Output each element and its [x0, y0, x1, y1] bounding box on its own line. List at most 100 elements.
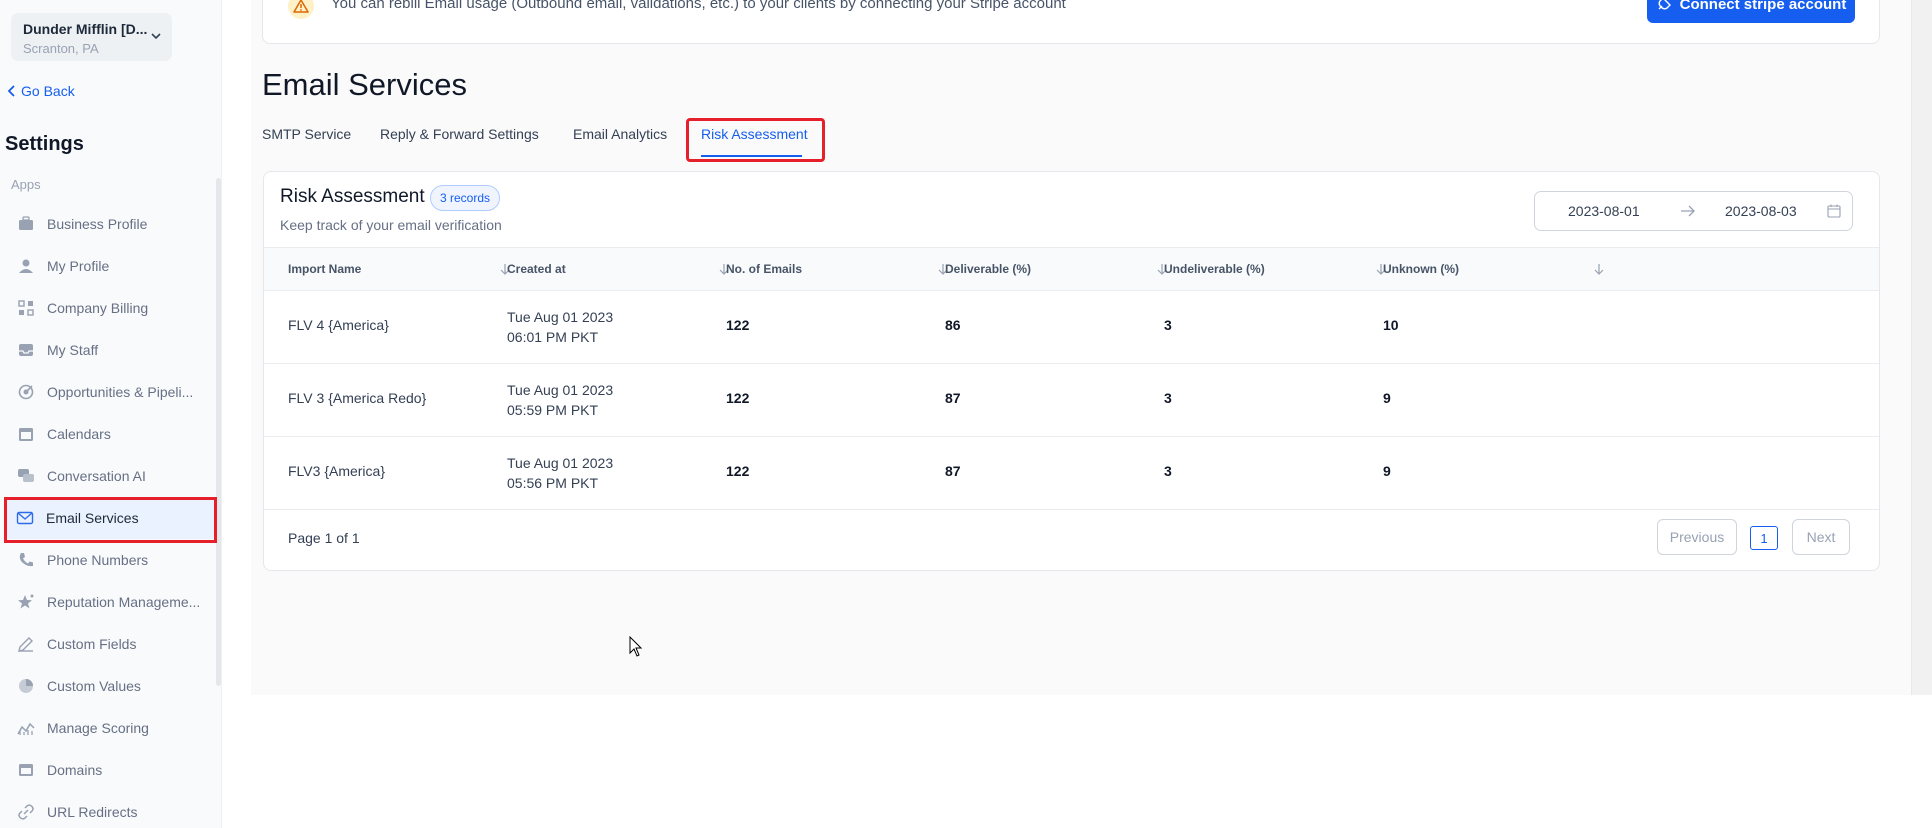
import-name-cell: FLV 4 {America} — [288, 317, 389, 333]
sidebar: Dunder Mifflin [D... Scranton, PA Go Bac… — [0, 0, 222, 828]
main-scrollbar[interactable] — [1911, 0, 1932, 695]
trend-icon — [17, 719, 35, 737]
apps-section-label: Apps — [11, 177, 41, 192]
sidebar-item-label: Reputation Manageme... — [47, 594, 201, 610]
previous-button[interactable]: Previous — [1657, 519, 1737, 555]
date-from[interactable]: 2023-08-01 — [1568, 203, 1640, 219]
location-city: Scranton, PA — [23, 41, 99, 56]
sidebar-item-url-redirects[interactable]: URL Redirects — [0, 791, 210, 828]
calendar-icon — [17, 425, 35, 443]
column-header[interactable]: No. of Emails — [726, 262, 802, 276]
import-name-cell: FLV 3 {America Redo} — [288, 390, 427, 406]
mouse-cursor-icon — [629, 636, 643, 657]
chat-icon — [17, 467, 35, 485]
sidebar-item-conversation-ai[interactable]: Conversation AI — [0, 455, 210, 497]
tab-reply-forward-settings[interactable]: Reply & Forward Settings — [380, 126, 539, 142]
sidebar-item-custom-fields[interactable]: Custom Fields — [0, 623, 210, 665]
date-range-picker[interactable]: 2023-08-01 2023-08-03 — [1534, 191, 1853, 231]
link-icon — [17, 803, 35, 821]
star-icon — [17, 593, 35, 611]
sidebar-item-label: Calendars — [47, 426, 111, 442]
card-title: Risk Assessment — [280, 186, 425, 207]
stripe-banner: You can rebill Email usage (Outbound ema… — [262, 0, 1880, 44]
sidebar-item-label: Conversation AI — [47, 468, 146, 484]
column-header[interactable]: Undeliverable (%) — [1164, 262, 1265, 276]
target-icon — [17, 383, 35, 401]
user-icon — [17, 257, 35, 275]
sidebar-item-label: My Staff — [47, 342, 99, 358]
sidebar-item-label: Opportunities & Pipeli... — [47, 384, 194, 400]
sidebar-item-label: Manage Scoring — [47, 720, 149, 736]
sidebar-item-label: Business Profile — [47, 216, 148, 232]
sidebar-item-label: Phone Numbers — [47, 552, 149, 568]
sidebar-scrollbar[interactable] — [216, 178, 221, 686]
chevron-down-icon — [151, 33, 161, 40]
deliverable-cell: 86 — [945, 317, 961, 333]
column-header[interactable]: Deliverable (%) — [945, 262, 1031, 276]
emails-cell: 122 — [726, 463, 750, 479]
warning-icon — [288, 0, 314, 19]
emails-cell: 122 — [726, 390, 750, 406]
sidebar-item-company-billing[interactable]: Company Billing — [0, 287, 210, 329]
connect-stripe-label: Connect stripe account — [1679, 0, 1847, 13]
pie-icon — [17, 677, 35, 695]
sidebar-item-reputation-manageme[interactable]: Reputation Manageme... — [0, 581, 210, 623]
connect-stripe-button[interactable]: Connect stripe account — [1647, 0, 1855, 23]
tab-smtp-service[interactable]: SMTP Service — [262, 126, 351, 142]
column-header[interactable]: Import Name — [288, 262, 361, 276]
table-row[interactable]: FLV 3 {America Redo} Tue Aug 01 2023 05:59… — [264, 364, 1879, 437]
deliverable-cell: 87 — [945, 390, 961, 406]
sidebar-item-my-profile[interactable]: My Profile — [0, 245, 210, 287]
phone-icon — [17, 551, 35, 569]
sidebar-item-business-profile[interactable]: Business Profile — [0, 203, 210, 245]
table-row[interactable]: FLV 4 {America} Tue Aug 01 2023 06:01 PM P… — [264, 291, 1879, 364]
sidebar-item-phone-numbers[interactable]: Phone Numbers — [0, 539, 210, 581]
sidebar-item-domains[interactable]: Domains — [0, 749, 210, 791]
created-time: 06:01 PM PKT — [507, 329, 599, 345]
unknown-cell: 10 — [1383, 317, 1399, 333]
date-to[interactable]: 2023-08-03 — [1725, 203, 1797, 219]
window-icon — [17, 761, 35, 779]
page-title: Email Services — [262, 67, 467, 102]
sidebar-item-manage-scoring[interactable]: Manage Scoring — [0, 707, 210, 749]
undeliverable-cell: 3 — [1164, 463, 1172, 479]
unknown-cell: 9 — [1383, 390, 1391, 406]
sidebar-item-label: Domains — [47, 762, 103, 778]
records-badge: 3 records — [430, 185, 501, 211]
risk-assessment-card: Risk Assessment 3 records Keep track of … — [263, 171, 1880, 571]
sidebar-item-custom-values[interactable]: Custom Values — [0, 665, 210, 707]
table-row[interactable]: FLV3 {America} Tue Aug 01 2023 05:56 PM PK… — [264, 437, 1879, 510]
sidebar-item-label: Custom Fields — [47, 636, 137, 652]
inbox-icon — [17, 341, 35, 359]
chevron-left-icon — [7, 85, 15, 97]
sidebar-item-calendars[interactable]: Calendars — [0, 413, 210, 455]
tab-email-analytics[interactable]: Email Analytics — [573, 126, 667, 142]
sidebar-item-label: URL Redirects — [47, 804, 138, 820]
go-back-link[interactable]: Go Back — [7, 83, 75, 99]
banner-text: You can rebill Email usage (Outbound ema… — [331, 0, 1066, 12]
undeliverable-cell: 3 — [1164, 390, 1172, 406]
created-date: Tue Aug 01 2023 — [507, 455, 614, 471]
sidebar-item-my-staff[interactable]: My Staff — [0, 329, 210, 371]
column-header[interactable]: Unknown (%) — [1383, 262, 1459, 276]
next-button[interactable]: Next — [1792, 519, 1850, 555]
card-subtitle: Keep track of your email verification — [280, 217, 502, 233]
column-header[interactable]: Created at — [507, 262, 566, 276]
created-at-cell: Tue Aug 01 2023 06:01 PM PKT — [507, 307, 613, 347]
settings-title: Settings — [5, 133, 84, 155]
plug-icon — [1658, 0, 1671, 10]
go-back-label: Go Back — [21, 83, 75, 99]
sidebar-item-label: Custom Values — [47, 678, 141, 694]
deliverable-cell: 87 — [945, 463, 961, 479]
highlight-box — [686, 118, 825, 162]
sort-arrow-icon[interactable] — [1594, 263, 1604, 275]
created-date: Tue Aug 01 2023 — [507, 309, 614, 325]
page-indicator: Page 1 of 1 — [288, 530, 360, 546]
edit-icon — [17, 635, 35, 653]
location-switcher[interactable]: Dunder Mifflin [D... Scranton, PA — [11, 13, 172, 61]
emails-cell: 122 — [726, 317, 750, 333]
highlight-box — [4, 497, 217, 543]
sidebar-item-opportunities-pipeli[interactable]: Opportunities & Pipeli... — [0, 371, 210, 413]
import-name-cell: FLV3 {America} — [288, 463, 386, 479]
page-number-button[interactable]: 1 — [1750, 526, 1778, 550]
